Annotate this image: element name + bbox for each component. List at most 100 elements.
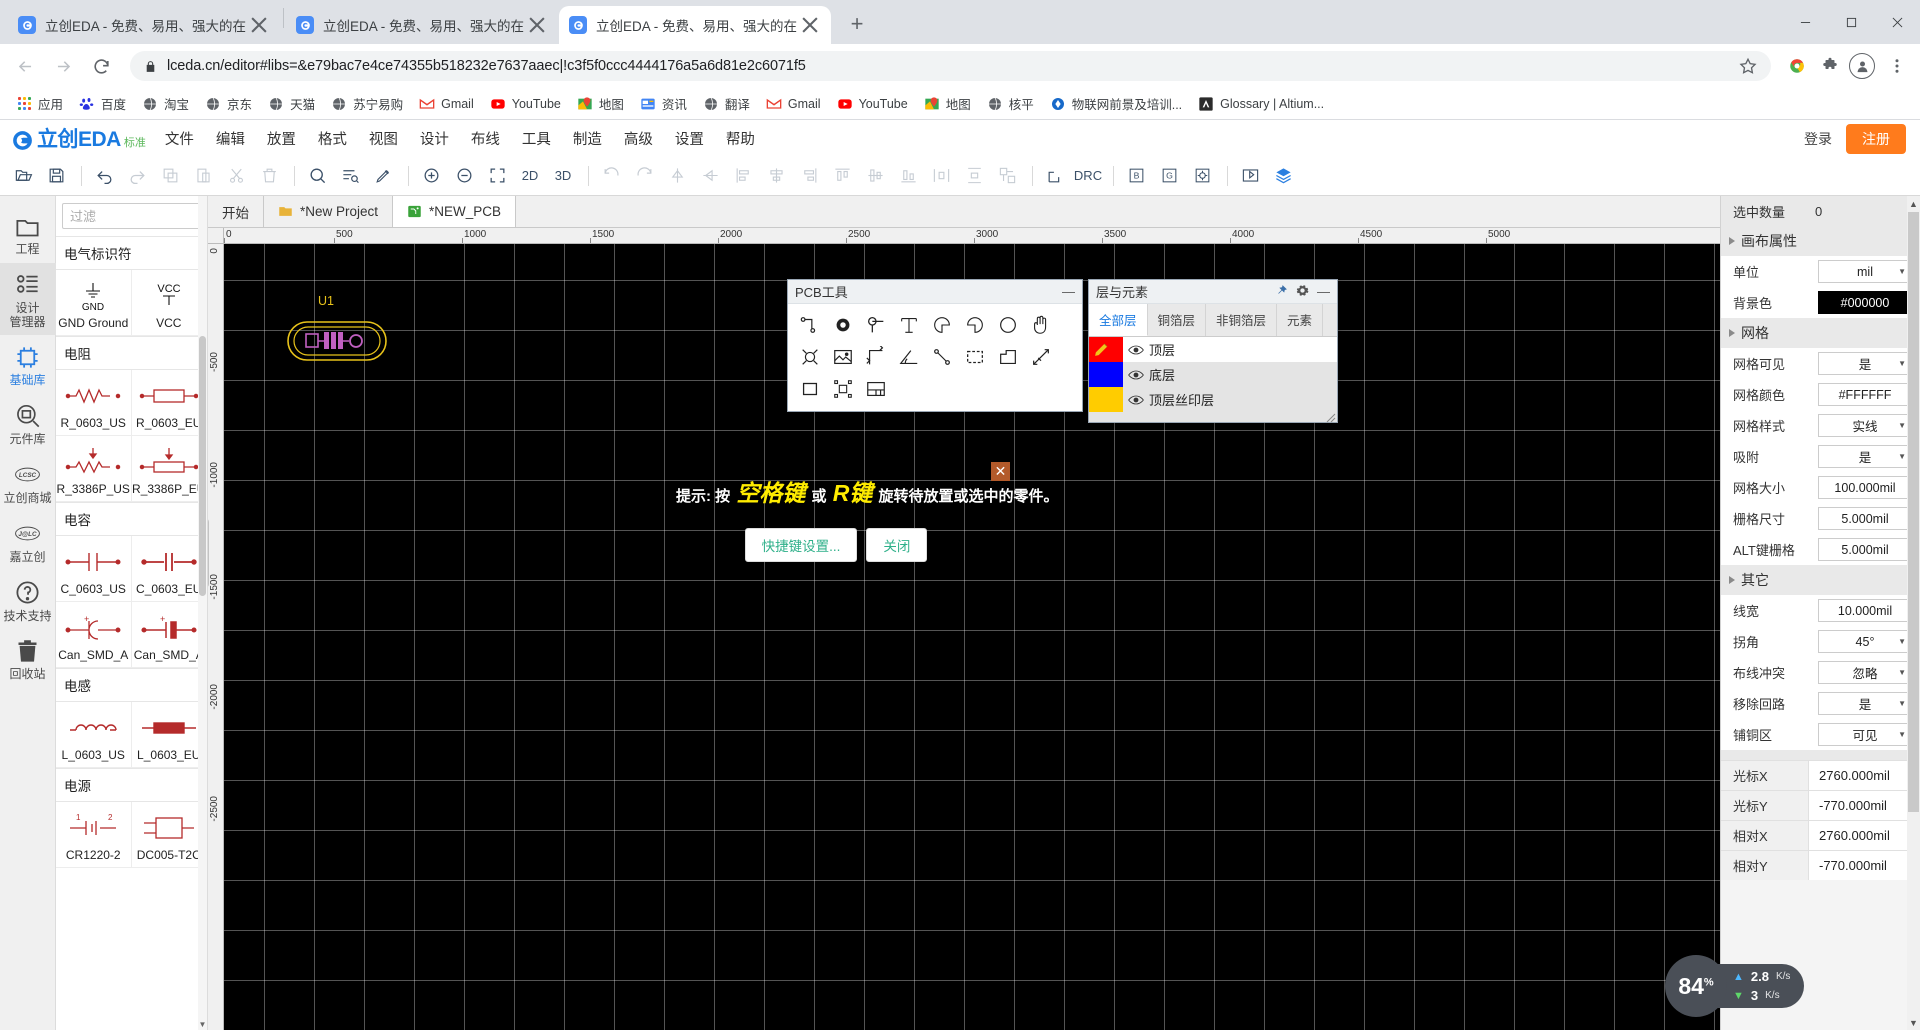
panel-resize-handle[interactable] [1326,411,1336,423]
polyline-icon[interactable] [925,341,958,373]
pin-icon[interactable] [1275,284,1288,300]
bookmark-heping[interactable]: 核平 [979,91,1042,116]
align-top-icon[interactable] [827,161,857,191]
close-window-icon[interactable] [1874,0,1920,44]
network-speed-widget[interactable]: 84% ▲ 2.8 K/s ▼ 3 K/s [1665,955,1805,1017]
bookmark-youtube-2[interactable]: YouTube [829,93,916,115]
rotate-ccw-icon[interactable] [596,161,626,191]
arc-ccw-icon[interactable] [958,309,991,341]
sidebar-item-component-library[interactable]: 元件库 [0,394,56,453]
layer-color-swatch[interactable] [1089,337,1123,362]
sidebar-item-tech-support[interactable]: 技术支持 [0,571,56,630]
cut-icon[interactable] [221,161,251,191]
layers-panel-header[interactable]: 层与元素 — [1089,280,1337,304]
scroll-down-icon[interactable]: ▼ [198,1018,207,1030]
scroll-up-icon[interactable]: ▲ [1907,196,1920,211]
tab-elements[interactable]: 元素 [1277,304,1324,336]
bookmark-maps-1[interactable]: 地图 [569,91,632,116]
maximize-icon[interactable] [1828,0,1874,44]
snap-size-field[interactable]: 5.000mil [1818,507,1912,530]
rect-icon[interactable] [793,373,826,405]
minimize-icon[interactable] [1782,0,1828,44]
arc-icon[interactable] [925,309,958,341]
pcb-tools-minimize-icon[interactable]: — [1062,284,1075,299]
library-item[interactable]: C_0603_EU [131,536,207,602]
library-item[interactable]: R_3386P_EU [131,436,207,502]
target-icon[interactable] [1187,161,1217,191]
tab-close-icon[interactable] [526,14,548,36]
layer-b-icon[interactable]: B [1121,161,1151,191]
bookmark-jd[interactable]: 京东 [197,91,260,116]
menu-place[interactable]: 放置 [256,124,307,153]
tab-new-pcb[interactable]: *NEW_PCB [393,196,517,227]
redo-icon[interactable] [122,161,152,191]
bookmark-suning[interactable]: 苏宁易购 [323,91,411,116]
panelize-icon[interactable] [826,373,859,405]
text-icon[interactable] [892,309,925,341]
align-bottom-icon[interactable] [893,161,923,191]
grid-style-select[interactable]: 实线 ▼ [1818,414,1912,437]
menu-tools[interactable]: 工具 [511,124,562,153]
menu-design[interactable]: 设计 [409,124,460,153]
pcb-tools-header[interactable]: PCB工具 — [788,280,1082,304]
layer-row[interactable] [1089,412,1337,422]
filter-input[interactable] [62,203,201,229]
measure-arrow-icon[interactable] [1024,341,1057,373]
pad-round-icon[interactable] [826,309,859,341]
search-list-icon[interactable] [335,161,365,191]
tab-non-copper-layers[interactable]: 非铜箔层 [1206,304,1278,336]
layer-row[interactable]: 顶层丝印层 [1089,387,1337,412]
library-item[interactable]: R_0603_EU [131,370,207,436]
bookmark-news[interactable]: 资讯 [632,91,695,116]
menu-file[interactable]: 文件 [154,124,205,153]
layer-g-icon[interactable]: G [1154,161,1184,191]
extension-puzzle-icon[interactable] [1815,51,1845,81]
distribute-v-icon[interactable] [959,161,989,191]
tip-close-icon[interactable]: ✕ [991,462,1010,481]
library-item[interactable]: 12 CR1220-2 [56,802,132,868]
bookmark-taobao[interactable]: 淘宝 [134,91,197,116]
bookmark-apps[interactable]: 应用 [8,91,71,116]
flip-horizontal-icon[interactable] [695,161,725,191]
eye-icon[interactable] [1123,369,1149,381]
library-item[interactable]: R_0603_US [56,370,132,436]
track-icon[interactable] [793,309,826,341]
address-bar[interactable]: lceda.cn/editor#libs=&e79bac7e4ce74355b5… [130,51,1771,81]
remove-loop-select[interactable]: 是 ▼ [1818,692,1912,715]
circle-icon[interactable] [991,309,1024,341]
routing-conflict-select[interactable]: 忽略 ▼ [1818,661,1912,684]
forward-arrow-icon[interactable] [46,49,80,83]
fit-to-screen-icon[interactable] [482,161,512,191]
paste-icon[interactable] [188,161,218,191]
sidebar-item-jlc[interactable]: J@LC 嘉立创 [0,512,56,571]
properties-scrollbar[interactable]: ▲ ▼ [1907,196,1920,1030]
view-2d-button[interactable]: 2D [515,161,545,191]
background-color-field[interactable]: #000000 [1818,291,1912,314]
bookmark-maps-2[interactable]: 地图 [916,91,979,116]
image-icon[interactable] [826,341,859,373]
section-other[interactable]: 其它 [1721,565,1920,595]
align-center-h-icon[interactable] [761,161,791,191]
sidebar-item-project[interactable]: 工程 [0,204,56,263]
snap-select[interactable]: 是 ▼ [1818,445,1912,468]
search-icon[interactable] [302,161,332,191]
menu-edit[interactable]: 编辑 [205,124,256,153]
library-item[interactable]: VCC VCC [131,270,207,336]
back-arrow-icon[interactable] [8,49,42,83]
tab-close-icon[interactable] [248,14,270,36]
layer-color-swatch[interactable] [1089,387,1123,412]
open-icon[interactable] [8,161,38,191]
pcb-component-u1[interactable] [282,310,392,372]
alt-snap-field[interactable]: 5.000mil [1818,538,1912,561]
library-scroll-thumb[interactable] [199,336,206,596]
bookmark-tmall[interactable]: 天猫 [260,91,323,116]
align-right-icon[interactable] [794,161,824,191]
bookmark-gmail-1[interactable]: Gmail [411,93,482,115]
reload-icon[interactable] [84,49,118,83]
tab-copper-layers[interactable]: 铜箔层 [1148,304,1207,336]
grid-color-field[interactable]: #FFFFFF [1818,383,1912,406]
library-item[interactable]: + Can_SMD_A [56,602,132,668]
profile-avatar-icon[interactable] [1849,53,1875,79]
layers-minimize-icon[interactable]: — [1317,284,1330,299]
copy-icon[interactable] [155,161,185,191]
